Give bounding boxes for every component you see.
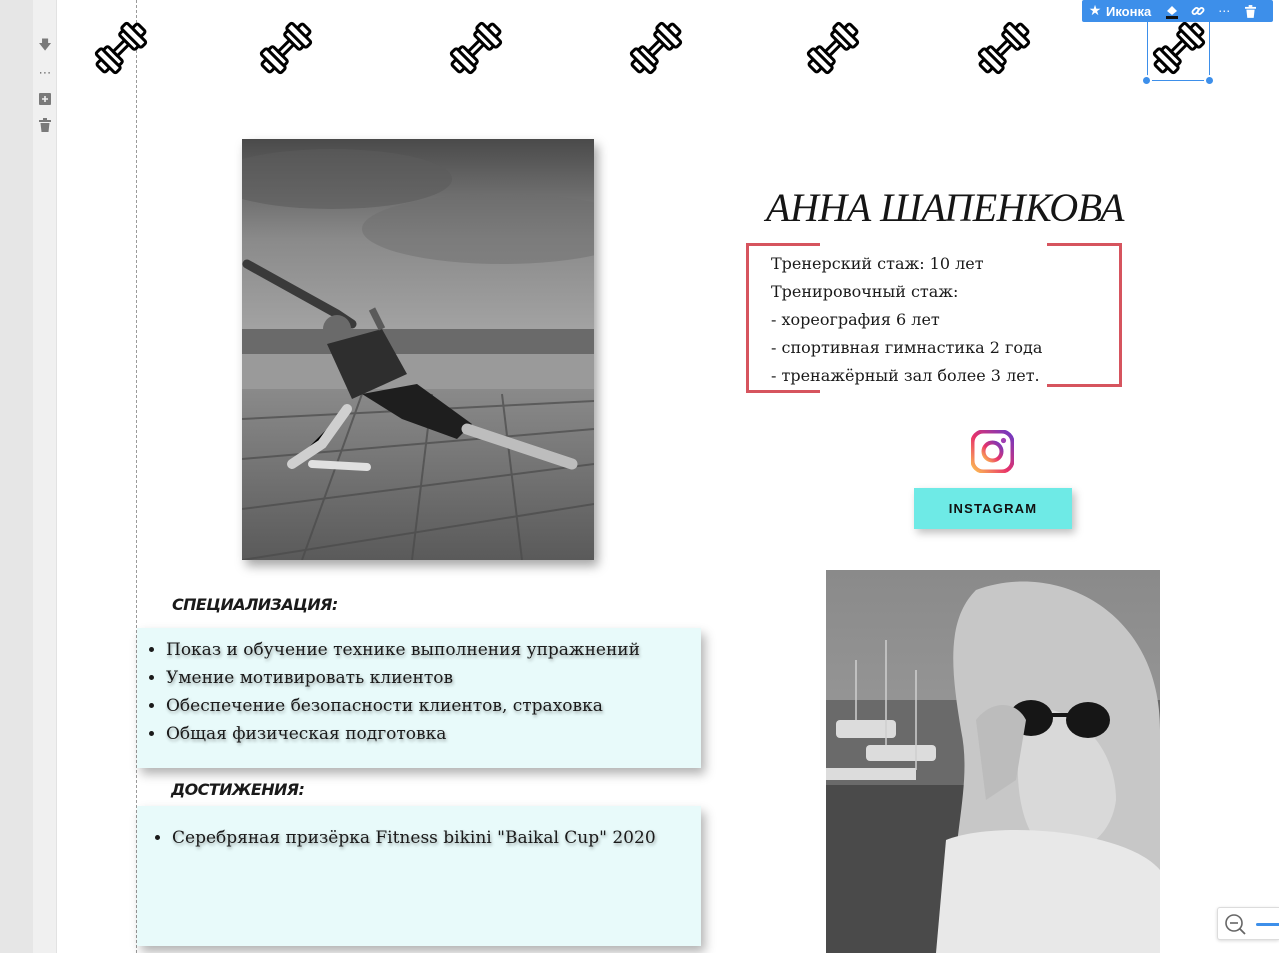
element-toolbar: ★ Иконка ⋯ [1082,0,1273,22]
block-side-tools: 🡇 ⋯ [33,0,57,953]
dumbbell-icon[interactable] [623,15,689,81]
list-item: Общая физическая подготовка [166,720,701,748]
experience-text: Тренерский стаж: 10 лет Тренировочный ст… [771,250,1111,390]
more-icon[interactable]: ⋯ [37,65,53,81]
list-item: Серебряная призёрка Fitness bikini "Baik… [172,824,701,852]
trash-icon[interactable] [1237,0,1263,22]
element-type-label[interactable]: Иконка [1102,0,1159,22]
dumbbell-icon[interactable] [253,15,319,81]
link-icon[interactable] [1185,0,1211,22]
left-gutter [0,0,33,953]
zoom-widget [1217,907,1279,940]
more-icon[interactable]: ⋯ [1211,0,1237,22]
resize-handle-bottom-right[interactable] [1204,75,1215,86]
star-icon[interactable]: ★ [1082,0,1102,22]
dumbbell-icon[interactable] [800,15,866,81]
duplicate-icon[interactable] [37,91,53,107]
trainer-photo-portrait[interactable] [826,570,1160,953]
zoom-slider[interactable] [1256,923,1279,926]
experience-line: Тренерский стаж: 10 лет [771,254,984,273]
list-item: Обеспечение безопасности клиентов, страх… [166,692,701,720]
experience-line: Тренировочный стаж: [771,282,959,301]
experience-line: - тренажёрный зал более 3 лет. [771,366,1040,385]
specialization-heading: СПЕЦИАЛИЗАЦИЯ: [172,595,338,614]
achievements-list: Серебряная призёрка Fitness bikini "Baik… [143,824,701,852]
dumbbell-icon[interactable] [971,15,1037,81]
experience-line: - хореография 6 лет [771,310,940,329]
specialization-card: Показ и обучение технике выполнения упра… [137,628,701,768]
specialization-list: Показ и обучение технике выполнения упра… [137,636,701,748]
trainer-photo-stretching[interactable] [242,139,594,560]
achievements-card: Серебряная призёрка Fitness bikini "Baik… [137,806,701,946]
list-item: Показ и обучение технике выполнения упра… [166,636,701,664]
instagram-button[interactable]: INSTAGRAM [914,488,1072,529]
dumbbell-icon[interactable] [88,15,154,81]
resize-handle-bottom-left[interactable] [1141,75,1152,86]
experience-line: - спортивная гимнастика 2 года [771,338,1043,357]
arrow-down-icon[interactable]: 🡇 [37,38,53,55]
zoom-out-icon[interactable] [1224,913,1246,935]
paint-bucket-icon[interactable] [1159,0,1185,22]
instagram-icon[interactable] [970,429,1015,474]
achievements-heading: ДОСТИЖЕНИЯ: [171,780,305,799]
dumbbell-icon-selected[interactable] [1146,15,1212,81]
dumbbell-icon[interactable] [443,15,509,81]
list-item: Умение мотивировать клиентов [166,664,701,692]
trainer-name: АННА ШАПЕНКОВА [766,185,1124,230]
trash-icon[interactable] [37,117,53,133]
